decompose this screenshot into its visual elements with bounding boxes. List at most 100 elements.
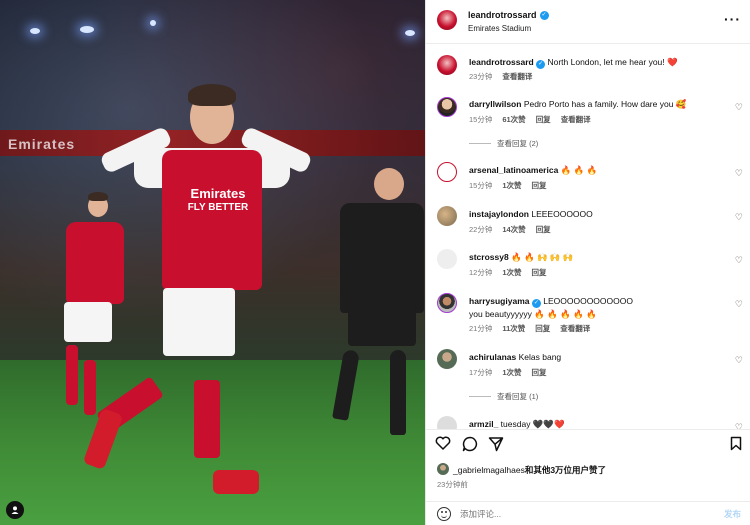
avatar[interactable]: [437, 416, 457, 429]
add-comment-bar: 发布: [426, 501, 750, 525]
stadium-light: [150, 20, 156, 26]
teammate-hair: [88, 192, 108, 201]
post-photo[interactable]: Emirates Emirates FLY BETTER: [0, 0, 425, 525]
share-icon[interactable]: [488, 436, 504, 455]
verified-icon: ✓: [539, 10, 549, 20]
avatar[interactable]: [437, 249, 457, 269]
avatar[interactable]: [437, 97, 457, 117]
post-timestamp: 23分钟前: [437, 480, 468, 489]
heart-icon[interactable]: ♡: [735, 422, 743, 429]
username-text[interactable]: leandrotrossard: [468, 10, 537, 20]
more-icon[interactable]: ···: [724, 11, 741, 27]
player-sock-right: [194, 380, 220, 458]
post-actions: [426, 429, 750, 459]
stadium-light: [30, 28, 40, 34]
heart-icon[interactable]: ♡: [735, 102, 743, 113]
post-header: leandrotrossard ✓ Emirates Stadium ···: [426, 0, 750, 44]
translate-link[interactable]: 查看翻译: [502, 71, 532, 82]
likes-count[interactable]: 和其他3万位用户赞了: [525, 465, 606, 475]
shirt-sponsor: Emirates FLY BETTER: [187, 186, 249, 213]
teammate-shorts: [64, 302, 112, 342]
player-boot-right: [213, 470, 259, 494]
liker-username[interactable]: _gabrielmagalhaes: [453, 465, 525, 475]
likes-count[interactable]: 1次赞: [502, 267, 521, 278]
timestamp: 23分钟: [469, 72, 493, 81]
timestamp: 22分钟: [469, 225, 493, 234]
heart-icon[interactable]: ♡: [735, 355, 743, 366]
timestamp: 12分钟: [469, 268, 493, 277]
author-username[interactable]: leandrotrossard ✓: [468, 10, 549, 20]
comment-icon[interactable]: [462, 436, 478, 455]
reply-button[interactable]: 回复: [532, 267, 547, 278]
caption: leandrotrossard ✓ North London, let me h…: [426, 54, 750, 86]
avatar[interactable]: [437, 55, 457, 75]
avatar[interactable]: [437, 293, 457, 313]
comment-username[interactable]: arsenal_latinoamerica: [469, 165, 558, 175]
stadium-light: [405, 30, 415, 36]
comment-username[interactable]: instajaylondon: [469, 209, 529, 219]
referee-leg: [390, 350, 406, 435]
view-replies-button[interactable]: 查看回复 (1): [469, 391, 538, 402]
avatar[interactable]: [437, 206, 457, 226]
list-item: achirulanas Kelas bang 17分钟 1次赞 回复 查看回复 …: [426, 349, 750, 405]
stadium-light: [80, 26, 94, 33]
reply-button[interactable]: 回复: [536, 224, 551, 235]
comment-input[interactable]: [460, 506, 700, 522]
location-link[interactable]: Emirates Stadium: [468, 24, 531, 33]
comment-username[interactable]: armzil_: [469, 419, 498, 429]
player-shorts: [163, 288, 235, 356]
list-item: arsenal_latinoamerica 🔥 🔥 🔥 15分钟 1次赞 回复 …: [426, 162, 750, 196]
caption-username[interactable]: leandrotrossard: [469, 57, 534, 67]
heart-icon[interactable]: ♡: [735, 299, 743, 310]
reply-button[interactable]: 回复: [536, 114, 551, 125]
avatar[interactable]: [437, 162, 457, 182]
referee-shorts: [348, 300, 416, 346]
likes-count[interactable]: 11次赞: [502, 323, 525, 334]
comment-username[interactable]: harrysugiyama: [469, 296, 529, 306]
timestamp: 15分钟: [469, 115, 493, 124]
likes-count[interactable]: 14次赞: [502, 224, 525, 235]
comment-text: 🔥 🔥 🙌 🙌 🙌: [511, 252, 574, 262]
bookmark-icon[interactable]: [730, 436, 742, 454]
emoji-icon[interactable]: [437, 507, 451, 521]
user-tag-icon[interactable]: [6, 501, 24, 519]
reply-button[interactable]: 回复: [532, 180, 547, 191]
heart-icon[interactable]: ♡: [735, 255, 743, 266]
comments-list[interactable]: leandrotrossard ✓ North London, let me h…: [426, 44, 750, 429]
player-hair: [188, 84, 236, 106]
avatar[interactable]: [437, 10, 457, 30]
list-item: harrysugiyama ✓ LEOOOOOOOOOOOO you beaut…: [426, 293, 750, 339]
comment-text: Kelas bang: [518, 352, 562, 362]
likes-count[interactable]: 61次赞: [502, 114, 525, 125]
comment-username[interactable]: achirulanas: [469, 352, 516, 362]
heart-icon[interactable]: ♡: [735, 212, 743, 223]
reply-button[interactable]: 回复: [535, 323, 550, 334]
timestamp: 15分钟: [469, 181, 493, 190]
translate-link[interactable]: 查看翻译: [560, 323, 590, 334]
avatar[interactable]: [437, 463, 449, 475]
heart-icon[interactable]: ♡: [735, 168, 743, 179]
translate-link[interactable]: 查看翻译: [561, 114, 591, 125]
list-item: stcrossy8 🔥 🔥 🙌 🙌 🙌 12分钟 1次赞 回复 ♡: [426, 249, 750, 283]
reply-button[interactable]: 回复: [532, 367, 547, 378]
comment-text: 🔥 🔥 🔥: [560, 165, 598, 175]
avatar[interactable]: [437, 349, 457, 369]
comment-username[interactable]: stcrossy8: [469, 252, 509, 262]
comment-username[interactable]: darryllwilson: [469, 99, 521, 109]
teammate-shirt: [66, 222, 124, 304]
post-side-panel: leandrotrossard ✓ Emirates Stadium ··· l…: [425, 0, 750, 525]
timestamp: 17分钟: [469, 368, 493, 377]
divider: [469, 396, 491, 397]
comment-text: tuesday 🖤🖤❤️: [500, 419, 565, 429]
view-replies-button[interactable]: 查看回复 (2): [469, 138, 538, 149]
heart-icon[interactable]: [435, 436, 451, 453]
likes-count[interactable]: 1次赞: [502, 180, 521, 191]
player-shirt: [162, 150, 262, 290]
caption-text: North London, let me hear you! ❤️: [547, 57, 678, 67]
comment-text: Pedro Porto has a family. How dare you 🥰: [523, 99, 687, 109]
likes-summary: _gabrielmagalhaes和其他3万位用户赞了 23分钟前: [426, 459, 750, 499]
post-comment-button[interactable]: 发布: [724, 508, 741, 520]
verified-icon: ✓: [531, 299, 541, 308]
likes-count[interactable]: 1次赞: [502, 367, 521, 378]
verified-icon: ✓: [536, 60, 546, 69]
